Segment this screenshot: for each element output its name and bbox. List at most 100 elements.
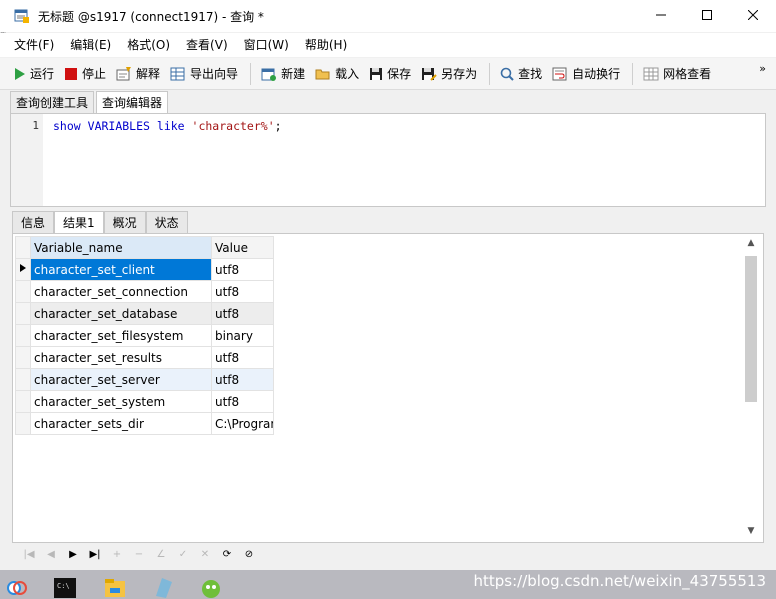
cell-value[interactable]: binary [211,324,274,347]
search-icon [500,67,514,81]
save-as-button[interactable]: 另存为 [417,61,483,87]
cell-variable-name[interactable]: character_set_server [30,368,212,391]
cell-variable-name[interactable]: character_sets_dir [30,412,212,435]
delete-record-icon[interactable]: − [128,546,150,562]
scroll-down-icon[interactable]: ▼ [743,526,759,540]
toolbar: 运行 停止 解释 导出向导 新建 载入 保存 另存为 查找 自动换行 网格查看 [0,58,776,90]
row-indicator [15,302,31,325]
refresh-icon[interactable]: ⟳ [216,546,238,562]
stop-button[interactable]: 停止 [60,61,112,87]
run-button[interactable]: 运行 [10,61,60,87]
navicat-taskbar-icon[interactable] [200,576,222,598]
cell-value[interactable]: utf8 [211,280,274,303]
header-row: Variable_name Value [15,236,274,259]
cell-variable-name[interactable]: character_set_results [30,346,212,369]
stop-refresh-icon[interactable]: ⊘ [238,546,260,562]
terminal-icon[interactable]: C:\ [54,576,76,598]
table-row[interactable]: character_set_system utf8 [15,390,274,413]
window-title: 无标题 @s1917 (connect1917) - 查询 * [38,9,264,24]
title-bar[interactable]: 无标题 @s1917 (connect1917) - 查询 * [0,0,776,32]
sql-terminator: ; [274,119,282,133]
scrollbar-thumb[interactable] [745,256,757,402]
export-grid-icon [170,67,185,80]
explain-button[interactable]: 解释 [112,61,166,87]
sql-string: 'character%' [191,119,275,133]
cell-variable-name[interactable]: character_set_system [30,390,212,413]
floppy-disk-icon [370,67,383,80]
apply-changes-icon[interactable]: ✓ [172,546,194,562]
menu-file[interactable]: 文件(F) [6,34,62,56]
word-wrap-button[interactable]: 自动换行 [548,61,626,87]
baidu-netdisk-icon[interactable] [6,576,28,598]
cell-variable-name[interactable]: character_set_connection [30,280,212,303]
cell-value[interactable]: utf8 [211,258,274,281]
cell-value[interactable]: utf8 [211,346,274,369]
cell-value[interactable]: utf8 [211,390,274,413]
close-icon [748,10,758,20]
cell-variable-name[interactable]: character_set_filesystem [30,324,212,347]
maximize-button[interactable] [684,0,730,30]
editor-tabs: 查询创建工具 查询编辑器 [10,91,170,114]
current-row-indicator-icon [15,258,31,281]
navicat-app-icon [14,8,30,24]
export-wizard-button[interactable]: 导出向导 [166,61,244,87]
cell-value[interactable]: C:\Program [211,412,274,435]
table-row[interactable]: character_set_connection utf8 [15,280,274,303]
tab-overview[interactable]: 概况 [103,211,146,233]
cell-value[interactable]: utf8 [211,368,274,391]
edit-record-icon[interactable]: ∠ [150,546,172,562]
column-header-variable-name[interactable]: Variable_name [30,236,212,259]
result-tabs: 信息 结果1 概况 状态 [12,211,188,235]
sql-editor[interactable]: 1 show VARIABLES like 'character%'; [10,113,766,207]
row-indicator [15,280,31,303]
toolbar-overflow-button[interactable]: » [759,62,766,75]
result-table: Variable_name Value character_set_client… [15,236,274,435]
cell-value[interactable]: utf8 [211,302,274,325]
add-record-icon[interactable]: + [106,546,128,562]
scroll-up-icon[interactable]: ▲ [743,238,759,252]
toolbar-separator [489,62,491,85]
last-record-icon[interactable]: ▶| [84,546,106,562]
cell-variable-name[interactable]: character_set_client [30,258,212,281]
next-record-icon[interactable]: ▶ [62,546,84,562]
record-navigator: |◀ ◀ ▶ ▶| + − ∠ ✓ ✕ ⟳ ⊘ [12,544,764,564]
play-icon [15,67,25,80]
table-row[interactable]: character_set_server utf8 [15,368,274,391]
file-explorer-icon[interactable] [104,576,126,598]
tab-status[interactable]: 状态 [145,211,188,233]
menu-format[interactable]: 格式(O) [119,34,178,56]
tab-query-builder[interactable]: 查询创建工具 [10,91,95,113]
table-row[interactable]: character_set_results utf8 [15,346,274,369]
result-grid[interactable]: Variable_name Value character_set_client… [12,233,764,543]
menu-view[interactable]: 查看(V) [178,34,236,56]
previous-record-icon[interactable]: ◀ [40,546,62,562]
close-button[interactable] [730,0,776,30]
notes-app-icon[interactable] [152,576,174,598]
table-row[interactable]: character_set_filesystem binary [15,324,274,347]
tab-result1[interactable]: 结果1 [54,211,104,235]
discard-changes-icon[interactable]: ✕ [194,546,216,562]
save-button[interactable]: 保存 [365,61,417,87]
table-row[interactable]: character_set_database utf8 [15,302,274,325]
column-header-value[interactable]: Value [211,236,274,259]
cell-variable-name[interactable]: character_set_database [30,302,212,325]
tab-info[interactable]: 信息 [12,211,55,233]
minimize-button[interactable] [638,0,684,30]
menu-window[interactable]: 窗口(W) [236,34,297,56]
folder-open-icon [315,69,330,79]
table-row[interactable]: character_sets_dir C:\Program [15,412,274,435]
first-record-icon[interactable]: |◀ [18,546,40,562]
sql-code-line[interactable]: show VARIABLES like 'character%'; [53,119,282,133]
load-button[interactable]: 载入 [311,61,365,87]
new-button[interactable]: 新建 [257,61,311,87]
tab-query-editor[interactable]: 查询编辑器 [96,91,169,114]
find-button[interactable]: 查找 [496,61,548,87]
menu-edit[interactable]: 编辑(E) [62,34,119,56]
menu-help[interactable]: 帮助(H) [297,34,355,56]
row-indicator [15,412,31,435]
table-row[interactable]: character_set_client utf8 [15,258,274,281]
grid-view-button[interactable]: 网格查看 [639,61,717,87]
blog-watermark: https://blog.csdn.net/weixin_43755513 [473,572,766,590]
vertical-scrollbar[interactable]: ▲ ▼ [743,238,759,540]
grid-icon [643,67,659,80]
